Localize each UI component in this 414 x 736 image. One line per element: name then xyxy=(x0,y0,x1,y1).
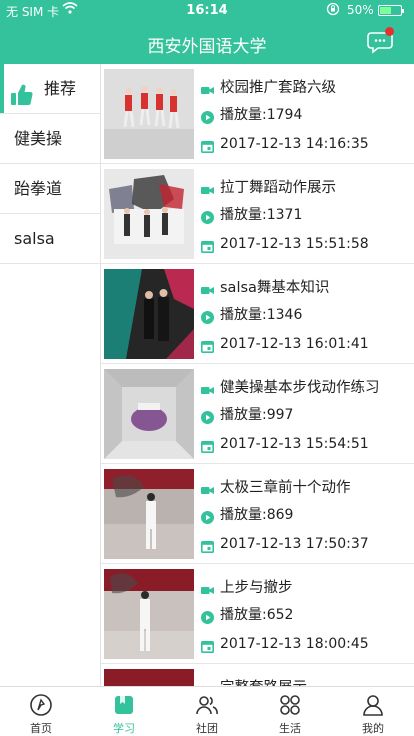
play-count: 播放量:997 xyxy=(220,407,294,423)
video-thumbnail xyxy=(104,269,194,359)
tab-home[interactable]: 首页 xyxy=(0,687,82,736)
upload-date: 2017-12-13 14:16:35 xyxy=(220,136,369,152)
video-thumbnail xyxy=(104,469,194,559)
play-circle-icon xyxy=(201,209,214,224)
calendar-icon xyxy=(201,638,214,653)
notification-badge xyxy=(385,27,394,36)
video-card[interactable]: 校园推广套路六级 播放量:1794 2017-12-13 14:16:35 xyxy=(101,64,414,164)
battery-percent: 50% xyxy=(347,3,374,17)
calendar-icon xyxy=(201,238,214,253)
battery-icon xyxy=(378,5,404,16)
tab-label: 我的 xyxy=(362,722,384,735)
video-card[interactable]: 太极三章前十个动作 播放量:869 2017-12-13 17:50:37 xyxy=(101,464,414,564)
sidebar-item-label: salsa xyxy=(14,229,55,248)
video-card[interactable]: salsa舞基本知识 播放量:1346 2017-12-13 16:01:41 xyxy=(101,264,414,364)
play-circle-icon xyxy=(201,409,214,424)
calendar-icon xyxy=(201,538,214,553)
video-camera-icon xyxy=(201,82,214,95)
video-camera-icon xyxy=(201,382,214,395)
video-list[interactable]: 校园推广套路六级 播放量:1794 2017-12-13 14:16:35 拉丁… xyxy=(101,64,414,686)
play-circle-icon xyxy=(201,509,214,524)
thumbs-up-icon xyxy=(10,77,34,105)
video-title: 太极三章前十个动作 xyxy=(220,480,351,496)
tab-label: 社团 xyxy=(196,722,218,735)
page-title: 西安外国语大学 xyxy=(147,37,267,57)
video-title: 上步与撤步 xyxy=(220,580,293,596)
video-title: 校园推广套路六级 xyxy=(220,80,336,96)
sidebar-item-label: 健美操 xyxy=(14,129,63,148)
video-card[interactable]: 完整套路展示 xyxy=(101,664,414,686)
bottom-tab-bar: 首页 学习 社团 生活 我的 xyxy=(0,686,414,736)
video-title: 健美操基本步伐动作练习 xyxy=(220,380,380,396)
video-card[interactable]: 健美操基本步伐动作练习 播放量:997 2017-12-13 15:54:51 xyxy=(101,364,414,464)
tab-clubs[interactable]: 社团 xyxy=(166,687,248,736)
upload-date: 2017-12-13 16:01:41 xyxy=(220,336,369,352)
video-camera-icon xyxy=(201,282,214,295)
upload-date: 2017-12-13 18:00:45 xyxy=(220,636,369,652)
grid-icon xyxy=(278,693,302,717)
video-title: salsa舞基本知识 xyxy=(220,280,330,296)
person-icon xyxy=(361,693,385,717)
video-thumbnail xyxy=(104,169,194,259)
upload-date: 2017-12-13 15:54:51 xyxy=(220,436,369,452)
play-count: 播放量:1371 xyxy=(220,207,303,223)
people-icon xyxy=(195,693,219,717)
play-count: 播放量:1794 xyxy=(220,107,303,123)
status-bar: 无 SIM 卡 16:14 50% xyxy=(0,0,414,20)
play-circle-icon xyxy=(201,609,214,624)
orientation-lock-icon xyxy=(326,2,340,19)
tab-label: 生活 xyxy=(279,722,301,735)
calendar-icon xyxy=(201,338,214,353)
video-camera-icon xyxy=(201,582,214,595)
play-count: 播放量:652 xyxy=(220,607,294,623)
top-bar: 无 SIM 卡 16:14 50% 西安外国语大学 xyxy=(0,0,414,64)
video-title: 完整套路展示 xyxy=(220,677,307,686)
active-indicator xyxy=(0,64,4,113)
tab-label: 首页 xyxy=(30,722,52,735)
tab-life[interactable]: 生活 xyxy=(249,687,331,736)
play-count: 播放量:869 xyxy=(220,507,294,523)
sidebar-item-aerobics[interactable]: 健美操 xyxy=(0,114,100,164)
video-camera-icon xyxy=(201,182,214,195)
video-thumbnail xyxy=(104,69,194,159)
play-circle-icon xyxy=(201,309,214,324)
sidebar-item-recommend[interactable]: 推荐 xyxy=(0,64,100,114)
calendar-icon xyxy=(201,138,214,153)
video-thumbnail xyxy=(104,569,194,659)
tab-mine[interactable]: 我的 xyxy=(332,687,414,736)
upload-date: 2017-12-13 17:50:37 xyxy=(220,536,369,552)
sidebar-item-taekwondo[interactable]: 跆拳道 xyxy=(0,164,100,214)
sidebar-item-label: 跆拳道 xyxy=(14,179,63,198)
video-thumbnail xyxy=(104,669,194,686)
video-card[interactable]: 拉丁舞蹈动作展示 播放量:1371 2017-12-13 15:51:58 xyxy=(101,164,414,264)
compass-icon xyxy=(29,693,53,717)
tab-label: 学习 xyxy=(113,722,135,735)
video-camera-icon xyxy=(201,482,214,495)
play-circle-icon xyxy=(201,109,214,124)
video-thumbnail xyxy=(104,369,194,459)
upload-date: 2017-12-13 15:51:58 xyxy=(220,236,369,252)
play-count: 播放量:1346 xyxy=(220,307,303,323)
category-sidebar: 推荐 健美操 跆拳道 salsa xyxy=(0,64,101,686)
book-icon xyxy=(112,693,136,717)
video-card[interactable]: 上步与撤步 播放量:652 2017-12-13 18:00:45 xyxy=(101,564,414,664)
sidebar-item-label: 推荐 xyxy=(44,79,77,98)
sidebar-item-salsa[interactable]: salsa xyxy=(0,214,100,264)
video-title: 拉丁舞蹈动作展示 xyxy=(220,180,336,196)
tab-study[interactable]: 学习 xyxy=(83,687,165,736)
calendar-icon xyxy=(201,438,214,453)
